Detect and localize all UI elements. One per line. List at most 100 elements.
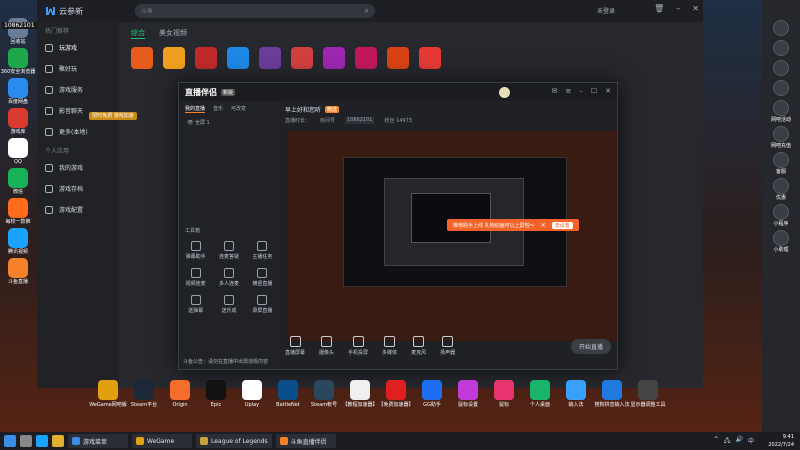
launcher-app-icon[interactable] [386,380,406,400]
tool-icon[interactable] [190,241,201,251]
launcher-app-icon[interactable] [638,380,658,400]
toolbox-item[interactable]: 送乐成 [212,295,245,314]
eye-icon[interactable]: 👁 [187,120,193,126]
grid-icon[interactable] [773,204,789,220]
dock-item[interactable]: 小助理 [763,230,799,253]
sidebar-item[interactable]: 游戏配置 [37,199,119,220]
dock-item[interactable]: 小程序 [763,204,799,227]
launcher-app[interactable]: 显示器调整工具 [631,380,666,408]
app-icon[interactable] [8,198,28,218]
refresh-icon[interactable] [773,40,789,56]
stream-preview[interactable] [287,131,617,341]
douyu-left-tab[interactable]: 我的直播 [185,105,206,113]
launcher-app[interactable]: BattleNet [274,380,302,408]
dock-item[interactable]: 优惠 [763,178,799,201]
desktop-icon[interactable]: 百度网盘 [1,78,35,105]
launcher-app[interactable]: Steam帐号 [310,380,338,408]
game-tile[interactable] [163,47,185,69]
wegame-tab[interactable]: 综合 [131,28,145,39]
bottom-tool-icon[interactable] [413,336,425,347]
launcher-app-icon[interactable] [566,380,586,400]
toolbox-item[interactable]: 视频连麦 [179,268,212,287]
game-tile[interactable] [291,47,313,69]
minimize-icon[interactable]: – [676,4,680,13]
launcher-app[interactable]: 输入法 [562,380,590,408]
toolbox-item[interactable]: 主播任务 [246,241,279,260]
folder-icon[interactable] [52,435,64,447]
app-icon[interactable] [8,228,28,248]
printer-icon[interactable] [773,80,789,96]
game-tile[interactable] [323,47,345,69]
search-icon[interactable]: ⌕ [365,6,369,16]
edge-icon[interactable] [36,435,48,447]
bottom-tool-icon[interactable] [442,336,454,347]
tool-icon[interactable] [257,295,268,305]
wegame-user-status[interactable]: 未登录 [597,6,615,15]
headset-icon[interactable] [773,152,789,168]
sidebar-item[interactable]: 游戏存档 [37,178,119,199]
sidebar-item[interactable]: 玩游戏 [37,37,119,58]
launcher-app-icon[interactable] [242,380,262,400]
room-title[interactable]: 早上好和您听 [285,105,321,114]
launcher-app[interactable]: GG助手 [418,380,446,408]
bottom-tool-icon[interactable] [321,336,333,347]
dock-item[interactable] [763,60,799,77]
toolbox-item[interactable]: 横竖直播 [246,268,279,287]
game-tile[interactable] [131,47,153,69]
launcher-app-icon[interactable] [422,380,442,400]
bottom-tool-button[interactable]: 多媒体 [382,336,397,356]
game-tile[interactable] [195,47,217,69]
launcher-app-icon[interactable] [602,380,622,400]
app-icon[interactable] [8,138,28,158]
menu-icon[interactable]: ≡ [565,87,571,95]
launcher-app-icon[interactable] [530,380,550,400]
toast-button[interactable]: 去设置 [551,221,573,229]
promo-tag[interactable]: 限时免费 游戏加速 [89,112,137,120]
bottom-tool-icon[interactable] [384,336,396,347]
windows-start-icon[interactable] [4,435,16,447]
taskbar-task[interactable]: 游戏菜单 [68,434,128,448]
desktop-icon[interactable]: 每校一款推 [1,198,35,225]
bottom-tool-button[interactable]: 手机投屏 [348,336,368,356]
tool-icon[interactable] [223,241,234,251]
launcher-app-icon[interactable] [458,380,478,400]
minimize-icon[interactable]: – [579,87,583,95]
start-live-button[interactable]: 开始直播 [570,338,611,354]
launcher-app[interactable]: 鼠标设置 [454,380,482,408]
bottom-tool-button[interactable]: 扬声器 [440,336,455,356]
desktop-icon[interactable]: QQ [1,138,35,165]
launcher-app[interactable]: Origin [166,380,194,408]
sidebar-item[interactable]: 聚好玩 [37,58,119,79]
app-icon[interactable] [8,258,28,278]
dock-item[interactable]: 客服 [763,152,799,175]
monitor-icon[interactable] [773,60,789,76]
taskbar-clock[interactable]: 9:41 2022/7/24 [768,433,794,449]
ime-icon[interactable]: 中 [748,436,754,446]
bottom-tool-button[interactable]: 摄像头 [319,336,334,356]
game-tile[interactable] [419,47,441,69]
desktop-icon[interactable]: 360安全浏览器 [1,48,35,75]
volume-icon[interactable]: 🔊 [736,436,743,446]
dock-item[interactable] [763,40,799,57]
dock-item[interactable]: 网吧活动 [763,100,799,123]
dock-item[interactable]: 网吧充值 [763,126,799,149]
assistant-icon[interactable] [773,230,789,246]
douyu-left-tab[interactable]: 可改变 [231,105,246,113]
app-icon[interactable] [8,108,28,128]
app-icon[interactable] [8,78,28,98]
search-icon[interactable] [20,435,32,447]
douyu-left-tab[interactable]: 音乐 [213,105,223,113]
desktop-icon[interactable]: 微信 [1,168,35,195]
bottom-tool-button[interactable]: 直播屏幕 [285,336,305,356]
launcher-app-icon[interactable] [494,380,514,400]
desktop-icon[interactable]: 斗鱼直播 [1,258,35,285]
desktop-icon[interactable]: 腾讯视频 [1,228,35,255]
maximize-icon[interactable]: ☐ [591,87,597,95]
launcher-app[interactable]: 【教程加速器】 [343,380,378,408]
coin-icon[interactable] [773,126,789,142]
launcher-app[interactable]: Epic [202,380,230,408]
wegame-tab[interactable]: 美女视频 [159,28,187,39]
dock-item[interactable] [763,80,799,97]
gift-icon[interactable] [773,100,789,116]
launcher-app[interactable]: WeGame网吧版 [89,380,127,408]
